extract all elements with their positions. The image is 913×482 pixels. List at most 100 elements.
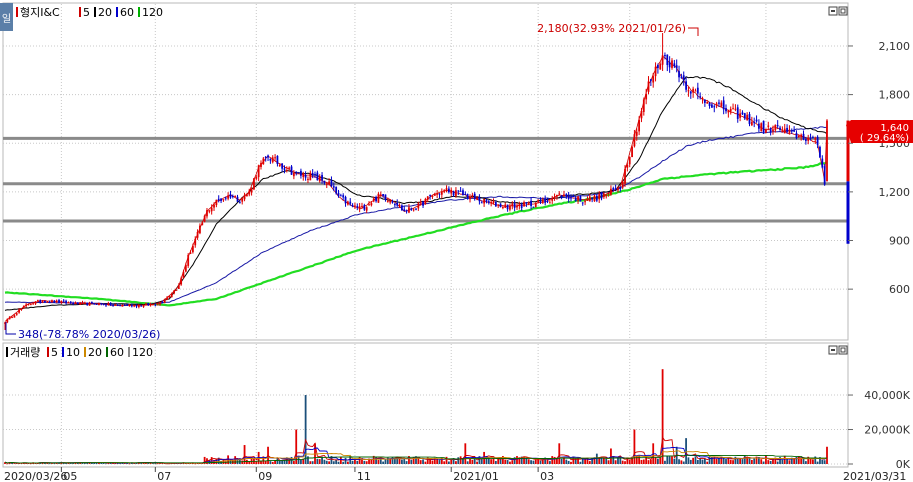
candle-body	[464, 194, 467, 196]
candle-body	[65, 300, 67, 304]
volume-bar	[445, 456, 448, 464]
candle-body	[483, 198, 486, 204]
volume-bar	[351, 460, 354, 464]
candle-body	[532, 206, 535, 208]
candle-body	[755, 119, 758, 122]
candle-body	[466, 194, 469, 199]
candle-body	[748, 114, 751, 124]
candle-body	[316, 172, 319, 181]
candle-body	[147, 303, 150, 306]
x-month-label: 09	[258, 470, 272, 482]
volume-bar	[816, 461, 819, 464]
candle-body	[210, 207, 213, 212]
volume-bar	[309, 461, 312, 464]
candle-body	[161, 302, 164, 304]
candle-body	[727, 110, 730, 113]
candle-body	[490, 201, 493, 204]
legend-swatch	[94, 7, 96, 17]
candle-body	[309, 172, 312, 181]
volume-bar	[156, 463, 159, 465]
volume-bar	[417, 458, 420, 464]
candle-body	[330, 180, 333, 187]
candle-body	[314, 174, 316, 176]
candle-body	[116, 305, 119, 307]
candle-body	[469, 196, 471, 200]
volume-bar	[342, 461, 345, 464]
volume-bar	[727, 458, 730, 464]
volume-bar	[525, 457, 528, 464]
candle-body	[137, 305, 140, 308]
candle-body	[231, 195, 234, 197]
volume-bar	[664, 460, 666, 464]
candle-body	[680, 76, 683, 78]
volume-bar	[469, 458, 471, 464]
volume-bar	[666, 456, 669, 464]
volume-bar	[506, 460, 509, 464]
candle-body	[814, 138, 817, 140]
volume-bar	[455, 461, 457, 464]
candle-body	[706, 101, 709, 104]
candle-body	[431, 195, 434, 197]
candle-body	[757, 123, 760, 129]
candle-body	[530, 200, 532, 206]
legend-label: 20	[98, 6, 112, 19]
candle-body	[62, 300, 65, 302]
volume-bar	[567, 460, 570, 464]
volume-bar	[15, 463, 18, 464]
candle-body	[337, 192, 340, 196]
candle-body	[121, 305, 124, 307]
candle-body	[163, 300, 166, 303]
candle-body	[762, 120, 765, 133]
candle	[823, 163, 826, 186]
candle	[187, 253, 190, 268]
volume-bar	[450, 459, 453, 464]
candle-body	[767, 125, 770, 127]
candle	[253, 177, 255, 191]
candle-body	[325, 184, 328, 186]
candle-body	[344, 196, 347, 204]
candle-body	[513, 203, 516, 208]
price-tick-label: 600	[889, 283, 910, 296]
candle-body	[659, 63, 662, 70]
candle-body	[501, 207, 504, 209]
candle-body	[114, 304, 117, 306]
volume-bar	[767, 460, 770, 464]
candle-body	[807, 138, 810, 141]
candle-body	[567, 195, 570, 199]
volume-bar	[6, 463, 9, 465]
candle-body	[783, 128, 786, 134]
candle-body	[253, 178, 255, 190]
x-month-label: 07	[157, 470, 171, 482]
candle-body	[135, 305, 138, 307]
candle-body	[81, 302, 84, 304]
candle-body	[13, 315, 16, 318]
candle-body	[410, 208, 413, 210]
legend-label: 5	[51, 346, 58, 359]
volume-bar	[548, 461, 551, 464]
candle-body	[152, 304, 154, 306]
volume-bar	[558, 443, 561, 464]
volume-bar	[534, 459, 537, 464]
volume-bar	[572, 456, 575, 464]
candle-body	[229, 194, 232, 198]
volume-bar	[438, 460, 441, 464]
candle-body	[105, 304, 107, 306]
candle-body	[433, 194, 436, 196]
candle-body	[821, 158, 824, 168]
candle-body	[497, 204, 500, 206]
volume-bar	[809, 458, 812, 464]
maximize-icon[interactable]	[838, 345, 848, 355]
volume-bar	[318, 459, 321, 464]
price-tick-label: 1,800	[879, 89, 911, 102]
candle-body	[227, 195, 230, 199]
candle-body	[438, 193, 441, 195]
maximize-icon[interactable]	[838, 6, 848, 16]
candle-body	[32, 303, 35, 305]
volume-bar	[152, 463, 154, 464]
volume-bar	[29, 463, 32, 465]
candle-body	[776, 125, 779, 127]
candle-body	[645, 93, 648, 100]
candle-body	[349, 201, 352, 204]
candle-body	[194, 239, 197, 246]
candle-body	[154, 304, 157, 306]
